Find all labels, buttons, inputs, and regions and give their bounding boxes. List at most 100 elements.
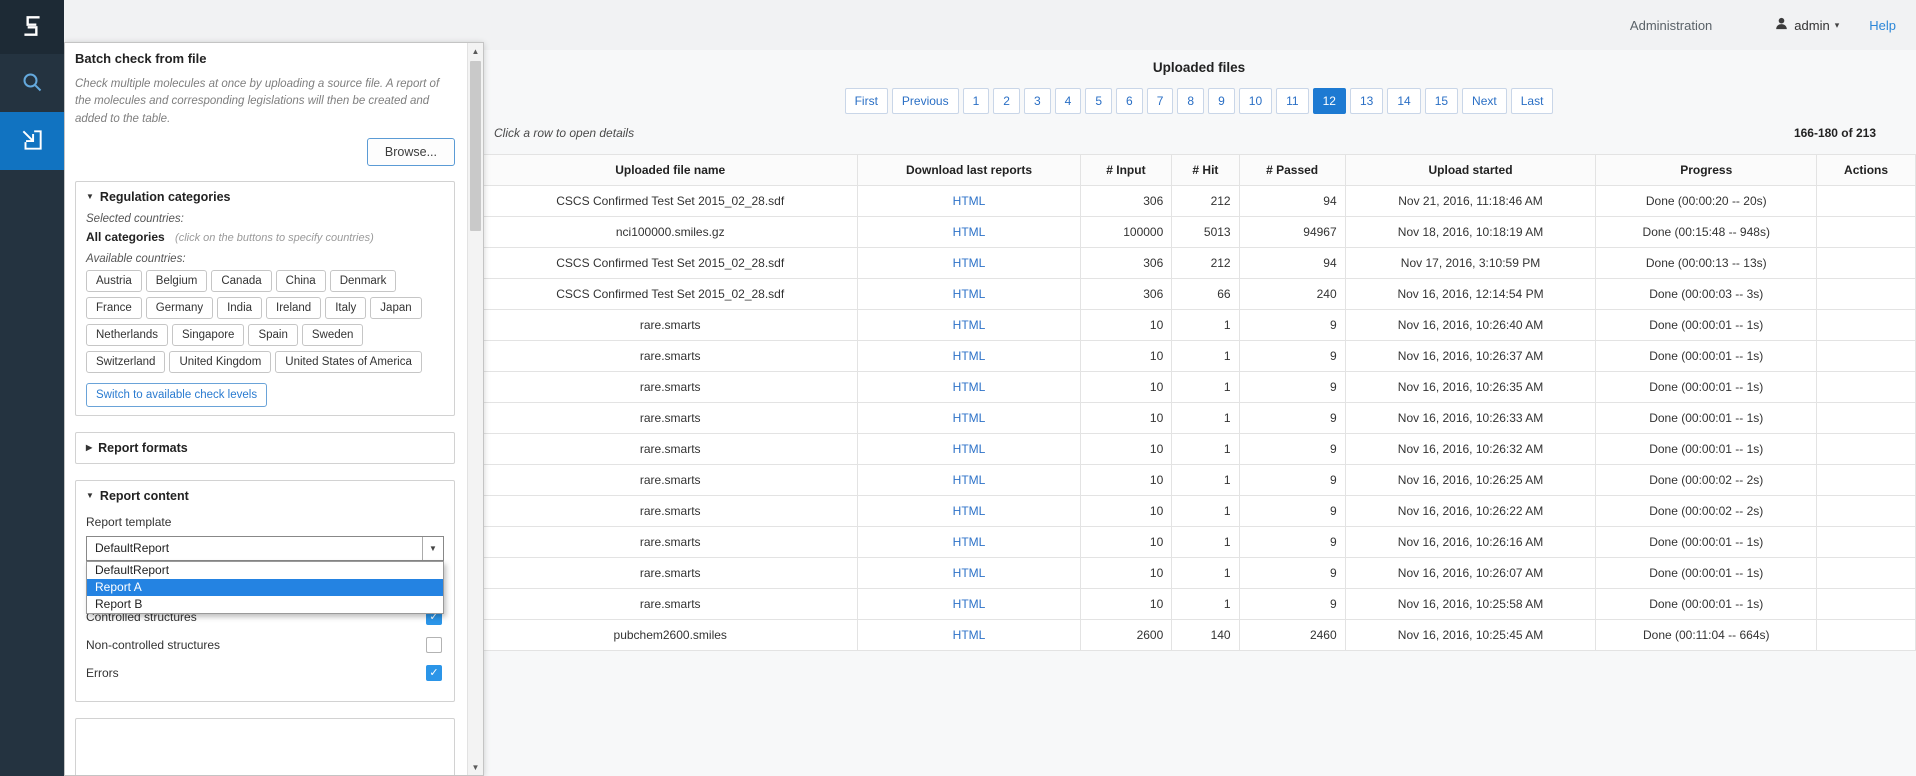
country-button[interactable]: Ireland (266, 297, 321, 319)
switch-check-levels-button[interactable]: Switch to available check levels (86, 383, 267, 407)
administration-link[interactable]: Administration (1630, 18, 1712, 33)
progress-cell: Done (00:15:48 -- 948s) (1596, 217, 1817, 248)
column-header: Progress (1596, 155, 1817, 186)
report-html-link[interactable]: HTML (953, 411, 986, 425)
dropdown-option[interactable]: DefaultReport (87, 562, 443, 579)
report-content-header[interactable]: ▼ Report content (86, 489, 444, 503)
table-row[interactable]: CSCS Confirmed Test Set 2015_02_28.sdfHT… (483, 248, 1916, 279)
country-button[interactable]: United Kingdom (169, 351, 271, 373)
country-button[interactable]: United States of America (275, 351, 422, 373)
table-row[interactable]: nci100000.smiles.gzHTML100000501394967No… (483, 217, 1916, 248)
report-template-label: Report template (86, 515, 444, 529)
scroll-up-icon[interactable]: ▲ (468, 43, 483, 59)
table-row[interactable]: rare.smartsHTML1019Nov 16, 2016, 10:26:3… (483, 434, 1916, 465)
table-row[interactable]: rare.smartsHTML1019Nov 16, 2016, 10:26:3… (483, 372, 1916, 403)
page-button-9[interactable]: 9 (1208, 88, 1235, 114)
country-button[interactable]: Denmark (330, 270, 397, 292)
report-html-link[interactable]: HTML (953, 194, 986, 208)
scroll-down-icon[interactable]: ▼ (468, 759, 483, 775)
country-button[interactable]: France (86, 297, 142, 319)
table-row[interactable]: rare.smartsHTML1019Nov 16, 2016, 10:25:5… (483, 589, 1916, 620)
app-logo[interactable] (0, 0, 64, 54)
page-button-4[interactable]: 4 (1055, 88, 1082, 114)
passed-cell: 94 (1239, 248, 1345, 279)
pagination-next[interactable]: Next (1462, 88, 1507, 114)
table-row[interactable]: rare.smartsHTML1019Nov 16, 2016, 10:26:0… (483, 558, 1916, 589)
report-html-link[interactable]: HTML (953, 473, 986, 487)
country-button[interactable]: Japan (370, 297, 421, 319)
country-button[interactable]: Austria (86, 270, 142, 292)
passed-cell: 9 (1239, 465, 1345, 496)
countries-list: AustriaBelgiumCanadaChinaDenmark FranceGe… (86, 270, 444, 373)
sidebar-item-batch-check[interactable] (0, 112, 64, 170)
report-html-link[interactable]: HTML (953, 597, 986, 611)
scrollbar-thumb[interactable] (470, 61, 481, 231)
report-html-link[interactable]: HTML (953, 566, 986, 580)
country-button[interactable]: Italy (325, 297, 366, 319)
report-html-link[interactable]: HTML (953, 318, 986, 332)
table-row[interactable]: rare.smartsHTML1019Nov 16, 2016, 10:26:4… (483, 310, 1916, 341)
report-html-link[interactable]: HTML (953, 535, 986, 549)
country-button[interactable]: Switzerland (86, 351, 165, 373)
table-row[interactable]: rare.smartsHTML1019Nov 16, 2016, 10:26:2… (483, 465, 1916, 496)
report-html-link[interactable]: HTML (953, 287, 986, 301)
table-row[interactable]: CSCS Confirmed Test Set 2015_02_28.sdfHT… (483, 279, 1916, 310)
pagination-first[interactable]: First (845, 88, 888, 114)
country-button[interactable]: Sweden (302, 324, 364, 346)
progress-cell: Done (00:00:03 -- 3s) (1596, 279, 1817, 310)
table-row[interactable]: rare.smartsHTML1019Nov 16, 2016, 10:26:3… (483, 341, 1916, 372)
report-html-link[interactable]: HTML (953, 225, 986, 239)
checkbox[interactable] (426, 637, 442, 653)
report-cell: HTML (858, 186, 1080, 217)
page-button-2[interactable]: 2 (993, 88, 1020, 114)
pagination-previous[interactable]: Previous (892, 88, 959, 114)
country-button[interactable]: Spain (248, 324, 297, 346)
report-html-link[interactable]: HTML (953, 256, 986, 270)
country-button[interactable]: India (217, 297, 262, 319)
page-button-10[interactable]: 10 (1239, 88, 1272, 114)
table-row[interactable]: rare.smartsHTML1019Nov 16, 2016, 10:26:3… (483, 403, 1916, 434)
regulation-categories-header[interactable]: ▼ Regulation categories (86, 190, 444, 204)
country-button[interactable]: Singapore (172, 324, 244, 346)
table-row[interactable]: rare.smartsHTML1019Nov 16, 2016, 10:26:1… (483, 527, 1916, 558)
page-button-7[interactable]: 7 (1147, 88, 1174, 114)
report-template-select[interactable]: DefaultReport ▼ (86, 536, 444, 561)
report-html-link[interactable]: HTML (953, 349, 986, 363)
report-html-link[interactable]: HTML (953, 442, 986, 456)
table-row[interactable]: CSCS Confirmed Test Set 2015_02_28.sdfHT… (483, 186, 1916, 217)
browse-button[interactable]: Browse... (367, 138, 455, 166)
help-link[interactable]: Help (1869, 18, 1896, 33)
panel-scrollbar[interactable]: ▲ ▼ (467, 43, 483, 775)
sidebar-item-search[interactable] (0, 54, 64, 112)
page-button-6[interactable]: 6 (1116, 88, 1143, 114)
page-button-15[interactable]: 15 (1425, 88, 1458, 114)
report-html-link[interactable]: HTML (953, 504, 986, 518)
page-button-12[interactable]: 12 (1313, 88, 1346, 114)
country-button[interactable]: Germany (146, 297, 213, 319)
page-button-11[interactable]: 11 (1276, 88, 1308, 114)
all-categories-button[interactable]: All categories (86, 230, 165, 244)
table-row[interactable]: pubchem2600.smilesHTML26001402460Nov 16,… (483, 620, 1916, 651)
report-cell: HTML (858, 589, 1080, 620)
table-row[interactable]: rare.smartsHTML1019Nov 16, 2016, 10:26:2… (483, 496, 1916, 527)
dropdown-option[interactable]: Report B (87, 596, 443, 613)
dropdown-option[interactable]: Report A (87, 579, 443, 596)
country-button[interactable]: Canada (211, 270, 271, 292)
country-button[interactable]: China (276, 270, 326, 292)
report-formats-header[interactable]: ▶ Report formats (86, 441, 444, 455)
page-button-3[interactable]: 3 (1024, 88, 1051, 114)
report-html-link[interactable]: HTML (953, 380, 986, 394)
page-button-5[interactable]: 5 (1085, 88, 1112, 114)
pagination-last[interactable]: Last (1511, 88, 1554, 114)
page-button-14[interactable]: 14 (1387, 88, 1420, 114)
select-dropdown-arrow-icon[interactable]: ▼ (422, 537, 443, 560)
report-html-link[interactable]: HTML (953, 628, 986, 642)
page-button-8[interactable]: 8 (1177, 88, 1204, 114)
user-menu[interactable]: admin ▾ (1774, 16, 1839, 34)
checkbox[interactable]: ✓ (426, 665, 442, 681)
progress-cell: Done (00:00:13 -- 13s) (1596, 248, 1817, 279)
country-button[interactable]: Belgium (146, 270, 208, 292)
page-button-13[interactable]: 13 (1350, 88, 1383, 114)
country-button[interactable]: Netherlands (86, 324, 168, 346)
page-button-1[interactable]: 1 (963, 88, 990, 114)
